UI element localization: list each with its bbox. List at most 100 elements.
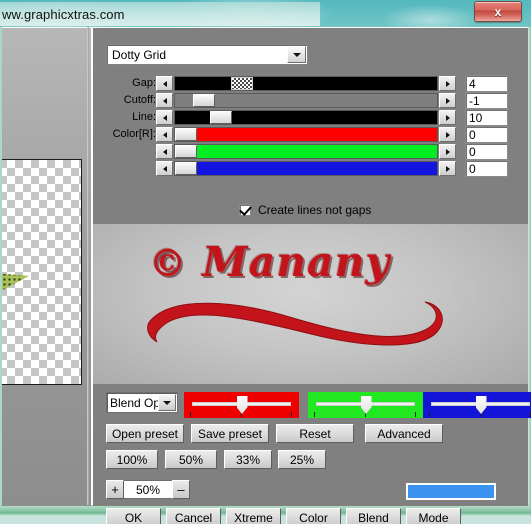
signature-swash-icon [147, 301, 443, 346]
copyright-icon: © [149, 241, 187, 285]
address-bar-text: ww.graphicxtras.com [2, 6, 125, 22]
slider-increment-button[interactable] [439, 93, 456, 108]
application-window: Dotty Grid Gap: 4 Cutoff: -1 Line: 10 Color[R]… [0, 27, 531, 524]
slider-thumb[interactable] [193, 94, 215, 107]
slider-decrement-button[interactable] [156, 76, 173, 91]
button-cancel[interactable]: Cancel [166, 508, 221, 524]
zoom-button-100[interactable]: 100% [106, 450, 158, 469]
slider-thumb[interactable] [175, 128, 197, 141]
slider-value-field[interactable]: 0 [465, 143, 508, 160]
slider-decrement-button[interactable] [156, 144, 173, 159]
button-ok[interactable]: OK [106, 508, 161, 524]
button-advanced[interactable]: Advanced [365, 424, 443, 443]
preset-dropdown[interactable]: Dotty Grid [106, 44, 308, 65]
signature-watermark: © Manany [147, 238, 469, 356]
slider-thumb[interactable] [175, 162, 197, 175]
button-open-preset[interactable]: Open preset [106, 424, 184, 443]
slider-row: 0 [93, 160, 528, 177]
slider-track[interactable] [174, 161, 438, 176]
button-save-preset[interactable]: Save preset [191, 424, 269, 443]
slider-decrement-button[interactable] [156, 161, 173, 176]
plugin-dialog-panel: Dotty Grid Gap: 4 Cutoff: -1 Line: 10 Color[R]… [93, 28, 531, 524]
slider-decrement-button[interactable] [156, 110, 173, 125]
signature-name: Manany [202, 238, 391, 286]
slider-decrement-button[interactable] [156, 93, 173, 108]
button-reset[interactable]: Reset [276, 424, 354, 443]
trackbar-tick [314, 412, 315, 417]
blend-option-dropdown[interactable]: Blend Opti [106, 392, 178, 413]
slider-row: Color[R]: 0 [93, 126, 528, 143]
canvas-shape [2, 272, 33, 304]
trackbar-green[interactable] [308, 392, 423, 418]
trackbar-tick [429, 412, 430, 417]
zoom-decrease-button[interactable]: – [172, 480, 190, 499]
blend-option-value: Blend Opti [110, 395, 158, 410]
zoom-button-50[interactable]: 50% [165, 450, 217, 469]
trackbar-thumb[interactable] [475, 396, 487, 414]
slider-label: Line: [132, 111, 156, 123]
trackbar-tick [415, 412, 416, 417]
slider-track[interactable] [174, 127, 438, 142]
slider-control[interactable] [156, 110, 456, 125]
check-icon [239, 203, 252, 216]
slider-label: Cutoff: [123, 94, 156, 106]
address-bar[interactable]: ww.graphicxtras.com [0, 2, 320, 26]
slider-decrement-button[interactable] [156, 127, 173, 142]
slider-control[interactable] [156, 127, 456, 142]
slider-track[interactable] [174, 110, 438, 125]
slider-thumb[interactable] [175, 145, 197, 158]
button-color[interactable]: Color [286, 508, 341, 524]
chevron-down-icon[interactable] [287, 46, 306, 63]
slider-track[interactable] [174, 144, 438, 159]
slider-value-field[interactable]: 4 [465, 75, 508, 92]
create-lines-checkbox[interactable]: Create lines not gaps [239, 203, 371, 217]
zoom-stepper: + 50% – [106, 480, 190, 499]
trackbar-tick [291, 412, 292, 417]
checkbox-box[interactable] [239, 203, 252, 216]
button-mode[interactable]: Mode [406, 508, 461, 524]
slider-increment-button[interactable] [439, 144, 456, 159]
preview-stage[interactable]: © Manany [93, 224, 528, 384]
slider-track[interactable] [174, 76, 438, 91]
zoom-increase-button[interactable]: + [106, 480, 124, 499]
color-swatch-fill [408, 485, 494, 498]
panel-divider [87, 27, 89, 505]
slider-value-field[interactable]: 10 [465, 109, 508, 126]
zoom-value: 50% [124, 480, 172, 499]
slider-control[interactable] [156, 144, 456, 159]
slider-control[interactable] [156, 161, 456, 176]
slider-label: Color[R]: [112, 128, 156, 140]
trackbar-thumb[interactable] [236, 396, 248, 414]
preset-dropdown-value: Dotty Grid [112, 47, 167, 62]
slider-value-field[interactable]: 0 [465, 126, 508, 143]
transparency-canvas[interactable] [2, 159, 82, 385]
slider-track[interactable] [174, 93, 438, 108]
slider-row: Gap: 4 [93, 75, 528, 92]
slider-thumb[interactable] [231, 77, 253, 90]
zoom-button-33[interactable]: 33% [224, 450, 272, 469]
close-button[interactable]: x [474, 1, 522, 22]
chevron-down-icon[interactable] [158, 394, 176, 411]
slider-value-field[interactable]: -1 [465, 92, 508, 109]
slider-thumb[interactable] [210, 111, 232, 124]
slider-row: 0 [93, 143, 528, 160]
zoom-button-25[interactable]: 25% [278, 450, 326, 469]
slider-increment-button[interactable] [439, 110, 456, 125]
button-xtreme[interactable]: Xtreme [226, 508, 281, 524]
slider-value-field[interactable]: 0 [465, 160, 508, 177]
slider-track-fill [175, 162, 437, 175]
trackbar-thumb[interactable] [360, 396, 372, 414]
slider-control[interactable] [156, 76, 456, 91]
trackbar-blue[interactable] [423, 392, 531, 418]
trackbar-red[interactable] [184, 392, 299, 418]
slider-row: Line: 10 [93, 109, 528, 126]
color-swatch[interactable] [406, 483, 496, 500]
slider-increment-button[interactable] [439, 76, 456, 91]
image-canvas-column [2, 28, 91, 506]
button-blend[interactable]: Blend [346, 508, 401, 524]
slider-increment-button[interactable] [439, 161, 456, 176]
slider-increment-button[interactable] [439, 127, 456, 142]
slider-row: Cutoff: -1 [93, 92, 528, 109]
slider-track-fill [175, 145, 437, 158]
slider-control[interactable] [156, 93, 456, 108]
